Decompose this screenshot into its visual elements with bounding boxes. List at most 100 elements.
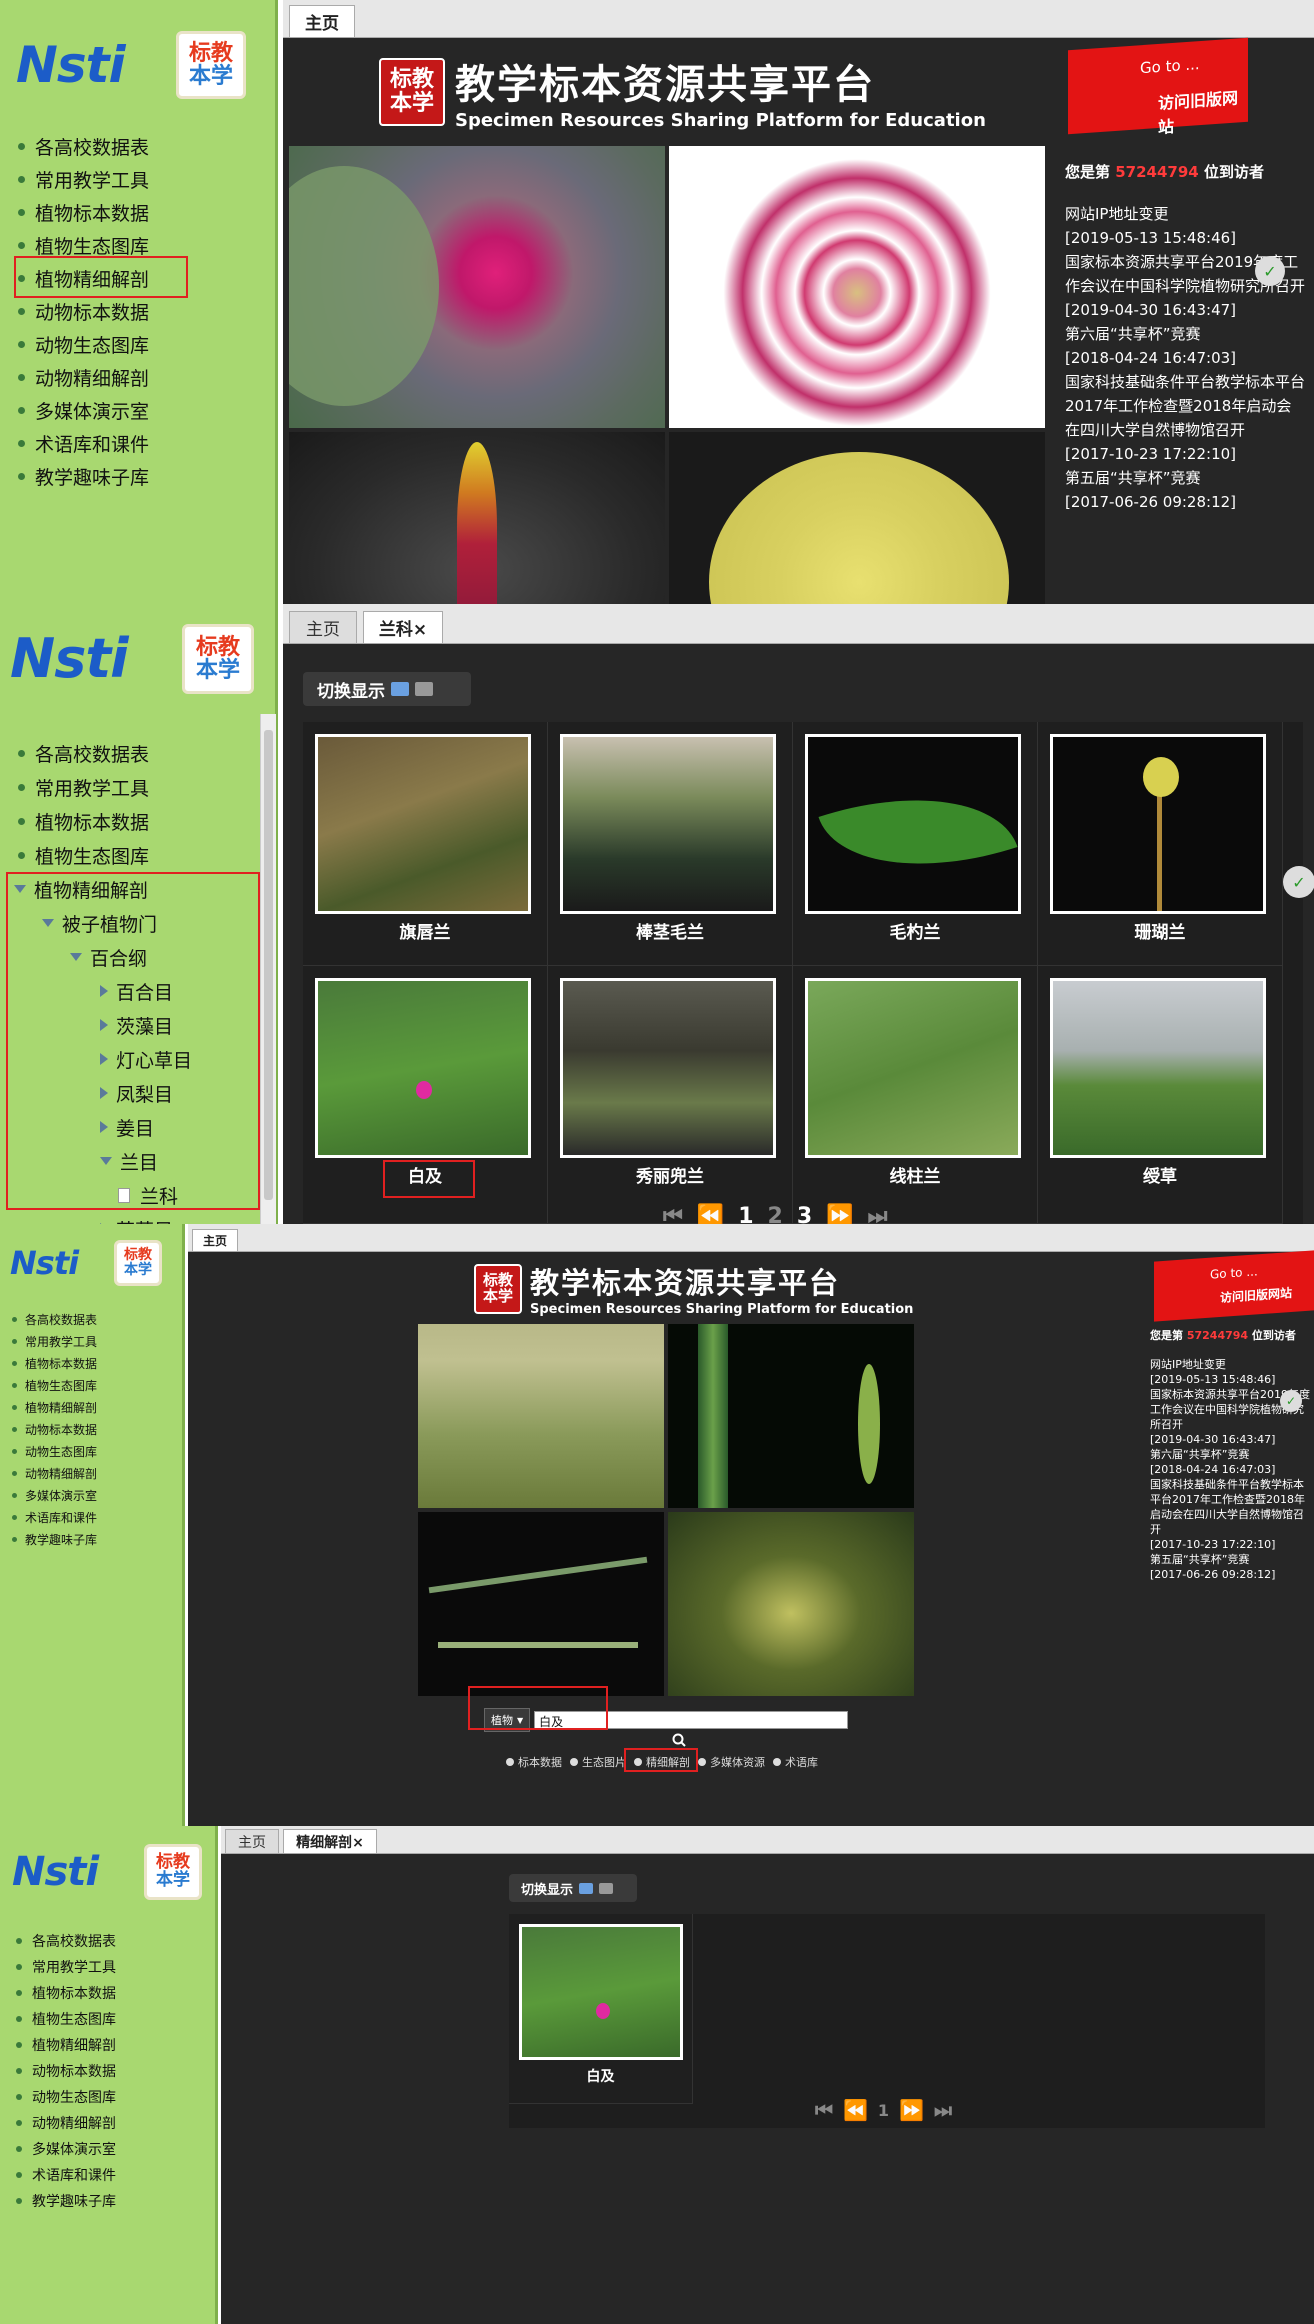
sidebar-scrollbar[interactable] <box>260 714 276 1224</box>
gallery-card[interactable]: 旗唇兰 <box>303 722 548 966</box>
nav-item[interactable]: 植物生态图库 <box>16 2006 116 2032</box>
specimen-thumbnail[interactable] <box>805 978 1021 1158</box>
news-title[interactable]: 第五届“共享杯”竞赛 <box>1150 1552 1312 1567</box>
radio-option[interactable]: 标本数据 <box>506 1754 562 1770</box>
grid-view-icon[interactable] <box>579 1882 594 1894</box>
last-page-icon[interactable]: ⏭ <box>868 1204 888 1224</box>
nav-item[interactable]: 动物生态图库 <box>12 1440 97 1462</box>
specimen-thumbnail[interactable] <box>1050 978 1266 1158</box>
tab-dissection[interactable]: 精细解剖× <box>283 1829 377 1853</box>
nav-item[interactable]: 多媒体演示室 <box>16 2136 116 2162</box>
specimen-thumbnail[interactable] <box>560 734 776 914</box>
gallery-card[interactable]: 白及 <box>509 1914 693 2104</box>
specimen-name[interactable]: 珊瑚兰 <box>1038 918 1282 943</box>
specimen-thumbnail[interactable] <box>315 734 531 914</box>
news-title[interactable]: 第五届“共享杯”竞赛 <box>1065 466 1305 490</box>
nav-item[interactable]: 教学趣味子库 <box>16 2188 116 2214</box>
gallery-card[interactable]: 珊瑚兰 <box>1038 722 1283 966</box>
radio-option[interactable]: 多媒体资源 <box>698 1754 765 1770</box>
page-number[interactable]: 1 <box>878 2101 889 2120</box>
gallery-card[interactable]: 秀丽兜兰 <box>548 966 793 1224</box>
nav-item[interactable]: 常用教学工具 <box>16 1954 116 1980</box>
gallery-card[interactable]: 棒茎毛兰 <box>548 722 793 966</box>
next-page-icon[interactable]: ⏩ <box>826 1204 853 1224</box>
gallery-card[interactable]: 绶草 <box>1038 966 1283 1224</box>
nav-item[interactable]: 常用教学工具 <box>12 1330 97 1352</box>
page-number[interactable]: 3 <box>797 1204 812 1224</box>
grid-view-icon[interactable] <box>391 682 409 696</box>
nav-item[interactable]: 植物标本数据 <box>18 804 149 838</box>
nav-item[interactable]: 多媒体演示室 <box>18 394 149 427</box>
specimen-name[interactable]: 秀丽兜兰 <box>548 1162 792 1187</box>
specimen-thumbnail[interactable] <box>805 734 1021 914</box>
specimen-thumbnail[interactable] <box>519 1924 683 2060</box>
nav-item[interactable]: 植物精细解剖 <box>12 1396 97 1418</box>
goto-old-site-banner[interactable]: Go to ... 访问旧版网站 <box>1154 1250 1314 1322</box>
gallery-card[interactable]: 毛杓兰 <box>793 722 1038 966</box>
nav-item[interactable]: 多媒体演示室 <box>12 1484 97 1506</box>
tree-node-order[interactable]: 莎草目 <box>14 1212 192 1224</box>
side-toggle-icon[interactable]: ✓ <box>1283 866 1314 898</box>
specimen-name[interactable]: 绶草 <box>1038 1162 1282 1187</box>
goto-old-site-banner[interactable]: Go to ... 访问旧版网站 <box>1068 37 1248 137</box>
nav-item[interactable]: 常用教学工具 <box>18 770 149 804</box>
nav-item[interactable]: 术语库和课件 <box>18 427 149 460</box>
news-title[interactable]: 第六届“共享杯”竞赛 <box>1150 1447 1312 1462</box>
specimen-name[interactable]: 线柱兰 <box>793 1162 1037 1187</box>
nav-item[interactable]: 各高校数据表 <box>18 736 149 770</box>
next-page-icon[interactable]: ⏩ <box>899 2098 924 2122</box>
list-view-icon[interactable] <box>415 682 433 696</box>
page-number[interactable]: 2 <box>768 1204 783 1224</box>
specimen-name[interactable]: 白及 <box>509 2066 692 2086</box>
nav-item[interactable]: 术语库和课件 <box>16 2162 116 2188</box>
gallery-card[interactable]: 线柱兰 <box>793 966 1038 1224</box>
nav-item[interactable]: 动物精细解剖 <box>18 361 149 394</box>
tab-lanke[interactable]: 兰科× <box>363 611 443 643</box>
nav-item[interactable]: 各高校数据表 <box>12 1308 97 1330</box>
nav-item[interactable]: 动物生态图库 <box>18 328 149 361</box>
nav-item[interactable]: 各高校数据表 <box>18 130 149 163</box>
page-number[interactable]: 1 <box>738 1204 753 1224</box>
radio-option[interactable]: 术语库 <box>773 1754 818 1770</box>
news-title[interactable]: 国家科技基础条件平台教学标本平台2017年工作检查暨2018年启动会在四川大学自… <box>1065 370 1305 442</box>
nav-item[interactable]: 动物生态图库 <box>16 2084 116 2110</box>
tab-home[interactable]: 主页 <box>289 5 355 37</box>
news-title[interactable]: 国家科技基础条件平台教学标本平台2017年工作检查暨2018年启动会在四川大学自… <box>1150 1477 1312 1537</box>
tab-home[interactable]: 主页 <box>192 1229 238 1251</box>
last-page-icon[interactable]: ⏭ <box>934 2098 952 2122</box>
specimen-thumbnail[interactable] <box>1050 734 1266 914</box>
nav-item[interactable]: 植物生态图库 <box>12 1374 97 1396</box>
specimen-name[interactable]: 棒茎毛兰 <box>548 918 792 943</box>
nav-item[interactable]: 教学趣味子库 <box>18 460 149 493</box>
nav-item[interactable]: 植物标本数据 <box>18 196 149 229</box>
nav-item[interactable]: 植物标本数据 <box>16 1980 116 2006</box>
specimen-thumbnail[interactable] <box>560 978 776 1158</box>
nav-item[interactable]: 植物标本数据 <box>12 1352 97 1374</box>
specimen-name[interactable]: 旗唇兰 <box>303 918 547 943</box>
toggle-view-button[interactable]: 切换显示 <box>509 1874 637 1902</box>
tab-home[interactable]: 主页 <box>225 1829 279 1853</box>
nav-item[interactable]: 各高校数据表 <box>16 1928 116 1954</box>
nav-item[interactable]: 常用教学工具 <box>18 163 149 196</box>
nav-item[interactable]: 动物精细解剖 <box>16 2110 116 2136</box>
nav-item[interactable]: 教学趣味子库 <box>12 1528 97 1550</box>
news-title[interactable]: 网站IP地址变更 <box>1065 202 1305 226</box>
nav-item[interactable]: 动物标本数据 <box>18 295 149 328</box>
nav-item[interactable]: 术语库和课件 <box>12 1506 97 1528</box>
toggle-view-button[interactable]: 切换显示 <box>303 672 471 706</box>
prev-page-icon[interactable]: ⏪ <box>843 2098 868 2122</box>
news-title[interactable]: 第六届“共享杯”竞赛 <box>1065 322 1305 346</box>
scroll-thumb[interactable] <box>264 730 273 1200</box>
first-page-icon[interactable]: ⏮ <box>663 1204 683 1224</box>
nav-item[interactable]: 植物精细解剖 <box>16 2032 116 2058</box>
specimen-thumbnail[interactable] <box>315 978 531 1158</box>
list-view-icon[interactable] <box>599 1882 614 1894</box>
prev-page-icon[interactable]: ⏪ <box>697 1204 724 1224</box>
first-page-icon[interactable]: ⏮ <box>815 2098 833 2122</box>
side-toggle-icon[interactable]: ✓ <box>1255 256 1285 286</box>
side-toggle-icon[interactable]: ✓ <box>1280 1390 1302 1412</box>
search-icon[interactable] <box>672 1732 686 1747</box>
nav-item[interactable]: 动物标本数据 <box>16 2058 116 2084</box>
radio-option[interactable]: 生态图片 <box>570 1754 626 1770</box>
nav-item[interactable]: 动物精细解剖 <box>12 1462 97 1484</box>
